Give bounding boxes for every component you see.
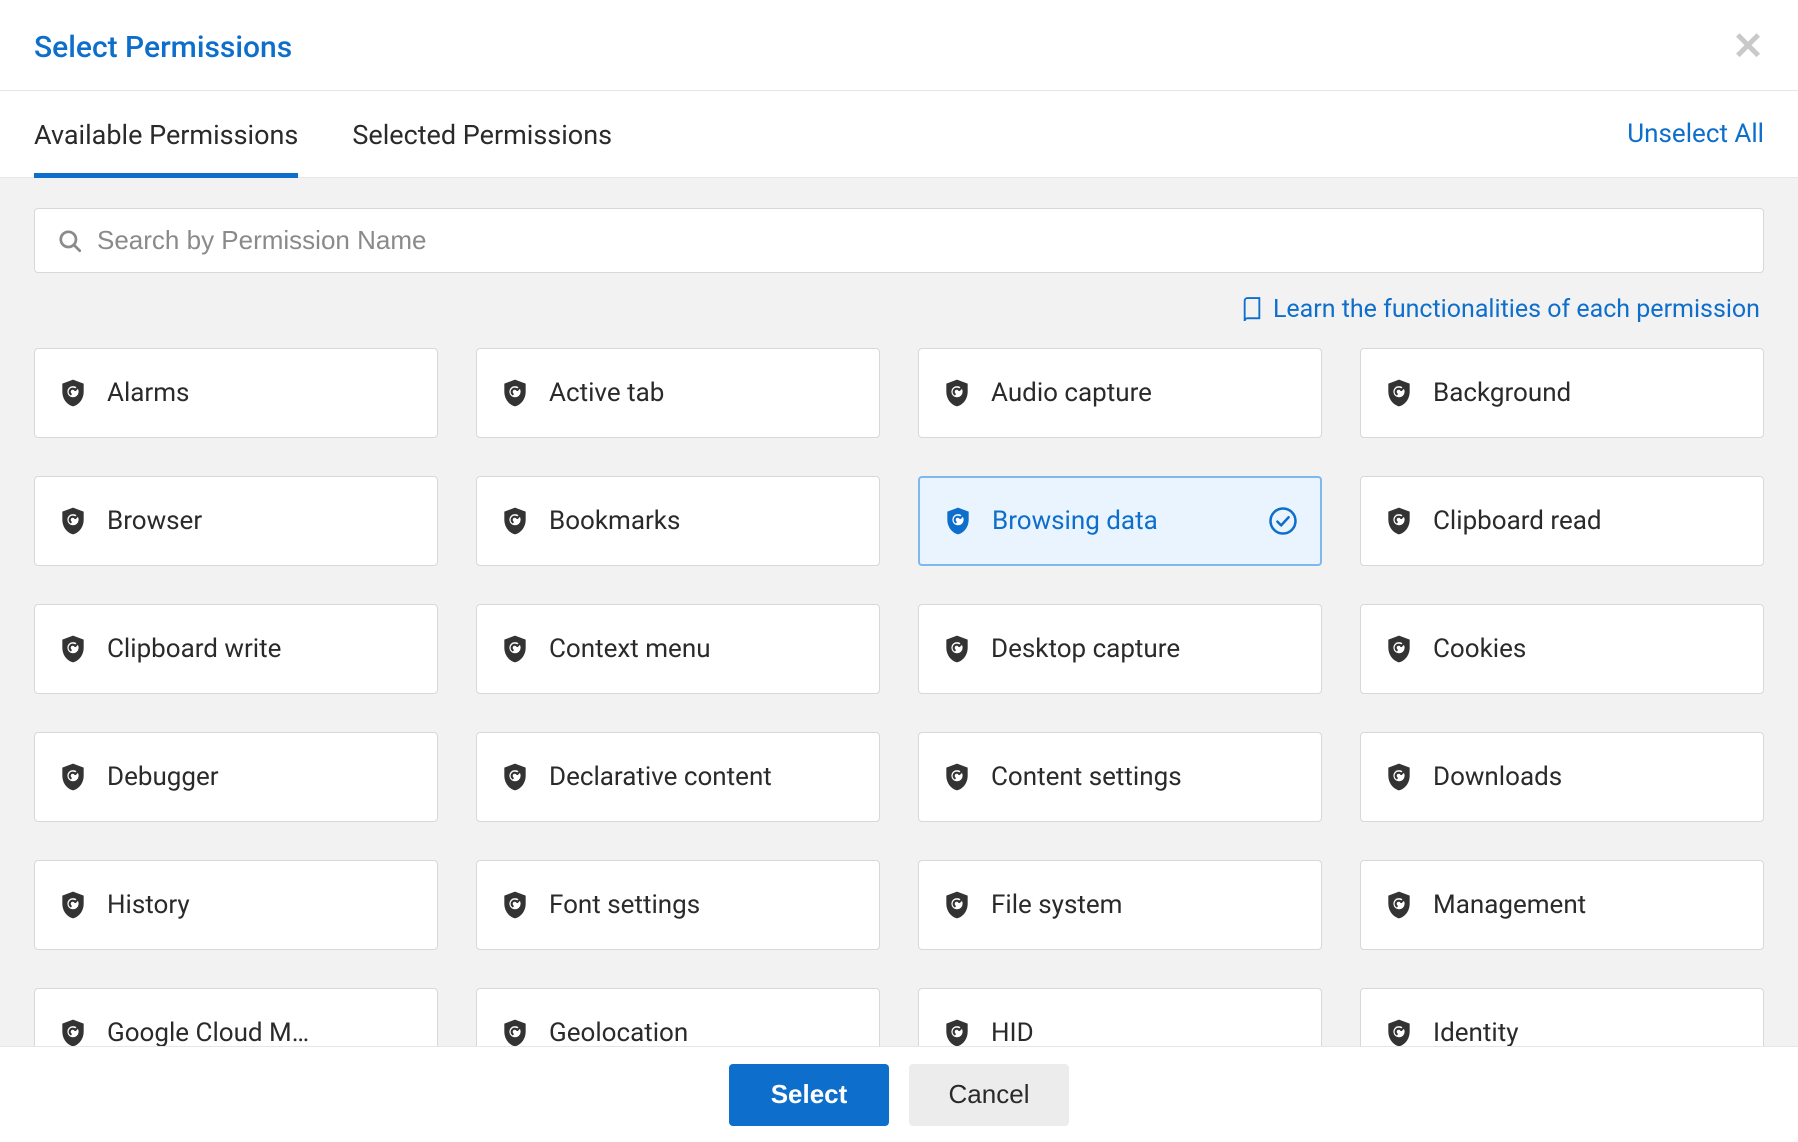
tab-available-permissions[interactable]: Available Permissions <box>34 91 298 177</box>
permission-label: Desktop capture <box>991 634 1180 664</box>
permission-card[interactable]: Browser <box>34 476 438 566</box>
permission-label: File system <box>991 890 1123 920</box>
permission-label: Google Cloud M… <box>107 1018 309 1046</box>
close-icon[interactable]: ✕ <box>1732 28 1764 66</box>
permission-label: Cookies <box>1433 634 1526 664</box>
shield-icon <box>1383 1017 1415 1046</box>
shield-icon <box>499 761 531 793</box>
permission-card[interactable]: Content settings <box>918 732 1322 822</box>
shield-icon <box>1383 633 1415 665</box>
learn-permissions-link[interactable]: Learn the functionalities of each permis… <box>1241 295 1760 324</box>
permission-card[interactable]: Background <box>1360 348 1764 438</box>
permission-label: Management <box>1433 890 1586 920</box>
search-box[interactable] <box>34 208 1764 273</box>
tabs-row: Available Permissions Selected Permissio… <box>0 91 1798 178</box>
shield-icon <box>499 889 531 921</box>
permission-card[interactable]: Identity <box>1360 988 1764 1046</box>
permission-label: History <box>107 890 190 920</box>
permissions-grid: Alarms Active tab Audio capture Backgrou… <box>34 338 1764 1046</box>
permission-label: Downloads <box>1433 762 1562 792</box>
modal-title: Select Permissions <box>34 30 292 65</box>
permission-label: Clipboard write <box>107 634 281 664</box>
shield-icon <box>941 889 973 921</box>
permission-label: Font settings <box>549 890 700 920</box>
learn-link-label: Learn the functionalities of each permis… <box>1273 295 1760 324</box>
shield-icon <box>499 1017 531 1046</box>
permission-card[interactable]: Google Cloud M… <box>34 988 438 1046</box>
permission-card[interactable]: Browsing data <box>918 476 1322 566</box>
permission-label: Alarms <box>107 378 189 408</box>
permission-card[interactable]: File system <box>918 860 1322 950</box>
permission-card[interactable]: History <box>34 860 438 950</box>
permission-label: Audio capture <box>991 378 1152 408</box>
shield-icon <box>1383 761 1415 793</box>
shield-icon <box>57 889 89 921</box>
permission-label: Active tab <box>549 378 664 408</box>
shield-icon <box>499 633 531 665</box>
permission-label: Bookmarks <box>549 506 680 536</box>
modal-footer: Select Cancel <box>0 1046 1798 1142</box>
permission-card[interactable]: Geolocation <box>476 988 880 1046</box>
permission-label: HID <box>991 1018 1034 1046</box>
tab-label: Selected Permissions <box>352 119 612 151</box>
modal-header: Select Permissions ✕ <box>0 0 1798 91</box>
content-area: Learn the functionalities of each permis… <box>0 178 1798 1046</box>
unselect-all-link[interactable]: Unselect All <box>1627 119 1764 149</box>
permission-card[interactable]: Downloads <box>1360 732 1764 822</box>
shield-icon <box>941 633 973 665</box>
permission-card[interactable]: Active tab <box>476 348 880 438</box>
permission-label: Content settings <box>991 762 1182 792</box>
shield-icon <box>942 505 974 537</box>
shield-icon <box>1383 505 1415 537</box>
shield-icon <box>941 761 973 793</box>
shield-icon <box>57 633 89 665</box>
shield-icon <box>941 1017 973 1046</box>
check-circle-icon <box>1268 506 1298 536</box>
shield-icon <box>1383 889 1415 921</box>
shield-icon <box>941 377 973 409</box>
permission-label: Background <box>1433 378 1571 408</box>
tab-selected-permissions[interactable]: Selected Permissions <box>352 91 612 177</box>
permission-label: Identity <box>1433 1018 1519 1046</box>
shield-icon <box>57 505 89 537</box>
shield-icon <box>1383 377 1415 409</box>
permission-label: Debugger <box>107 762 219 792</box>
search-icon <box>57 228 83 254</box>
unselect-all-wrap: Unselect All <box>1627 91 1764 177</box>
permission-label: Browser <box>107 506 202 536</box>
shield-icon <box>57 1017 89 1046</box>
permission-card[interactable]: Audio capture <box>918 348 1322 438</box>
permission-label: Browsing data <box>992 506 1158 536</box>
permission-card[interactable]: Clipboard read <box>1360 476 1764 566</box>
permissions-modal: Select Permissions ✕ Available Permissio… <box>0 0 1798 1142</box>
permission-card[interactable]: Alarms <box>34 348 438 438</box>
permission-card[interactable]: Clipboard write <box>34 604 438 694</box>
permission-card[interactable]: Declarative content <box>476 732 880 822</box>
cancel-button[interactable]: Cancel <box>909 1064 1069 1126</box>
book-icon <box>1241 297 1263 323</box>
search-input[interactable] <box>83 225 1741 256</box>
tab-label: Available Permissions <box>34 119 298 151</box>
permission-card[interactable]: Cookies <box>1360 604 1764 694</box>
select-button[interactable]: Select <box>729 1064 889 1126</box>
shield-icon <box>57 761 89 793</box>
permission-label: Clipboard read <box>1433 506 1602 536</box>
learn-row: Learn the functionalities of each permis… <box>34 273 1764 338</box>
permission-card[interactable]: Debugger <box>34 732 438 822</box>
permission-card[interactable]: Context menu <box>476 604 880 694</box>
shield-icon <box>499 505 531 537</box>
permission-label: Declarative content <box>549 762 772 792</box>
permission-card[interactable]: Font settings <box>476 860 880 950</box>
permission-card[interactable]: Management <box>1360 860 1764 950</box>
shield-icon <box>499 377 531 409</box>
permission-label: Geolocation <box>549 1018 688 1046</box>
permission-card[interactable]: Bookmarks <box>476 476 880 566</box>
permission-card[interactable]: Desktop capture <box>918 604 1322 694</box>
permission-label: Context menu <box>549 634 711 664</box>
permission-card[interactable]: HID <box>918 988 1322 1046</box>
shield-icon <box>57 377 89 409</box>
